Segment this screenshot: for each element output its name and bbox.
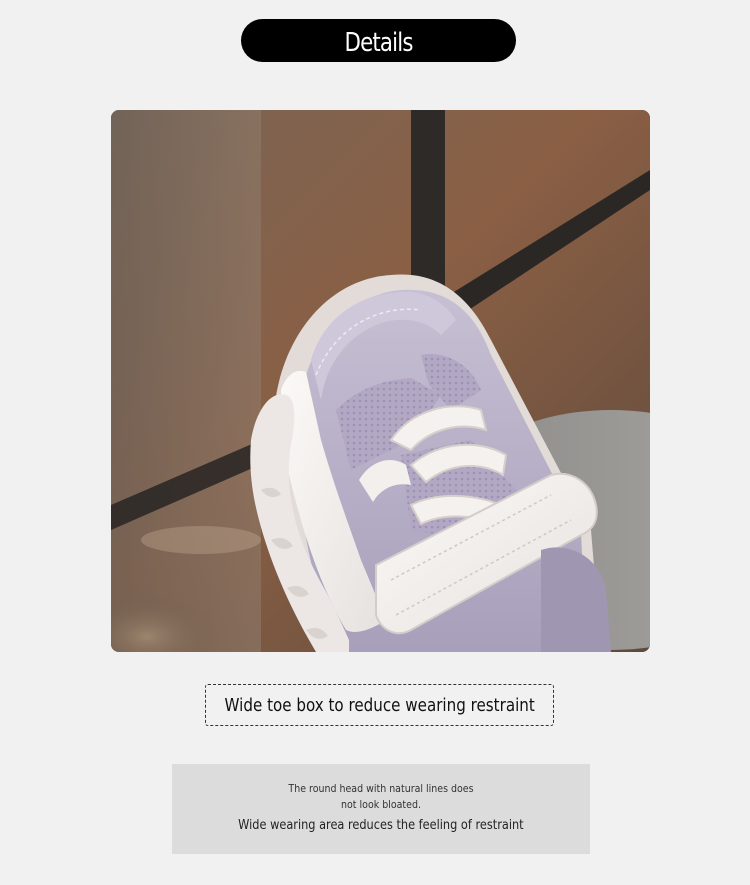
description-text-2: Wide wearing area reduces the feeling of… — [238, 817, 524, 833]
sneaker-toe-image — [111, 110, 650, 652]
description-panel: The round head with natural lines does n… — [172, 764, 590, 854]
feature-caption-box: Wide toe box to reduce wearing restraint — [205, 684, 554, 726]
section-title: Details — [344, 27, 413, 58]
section-header-pill: Details — [241, 19, 516, 62]
description-text-1: The round head with natural lines does n… — [288, 782, 474, 811]
product-photo — [111, 110, 650, 652]
description-line-2: Wide wearing area reduces the feeling of… — [172, 817, 590, 833]
feature-caption: Wide toe box to reduce wearing restraint — [224, 694, 535, 716]
description-line-1: The round head with natural lines does n… — [172, 781, 590, 813]
